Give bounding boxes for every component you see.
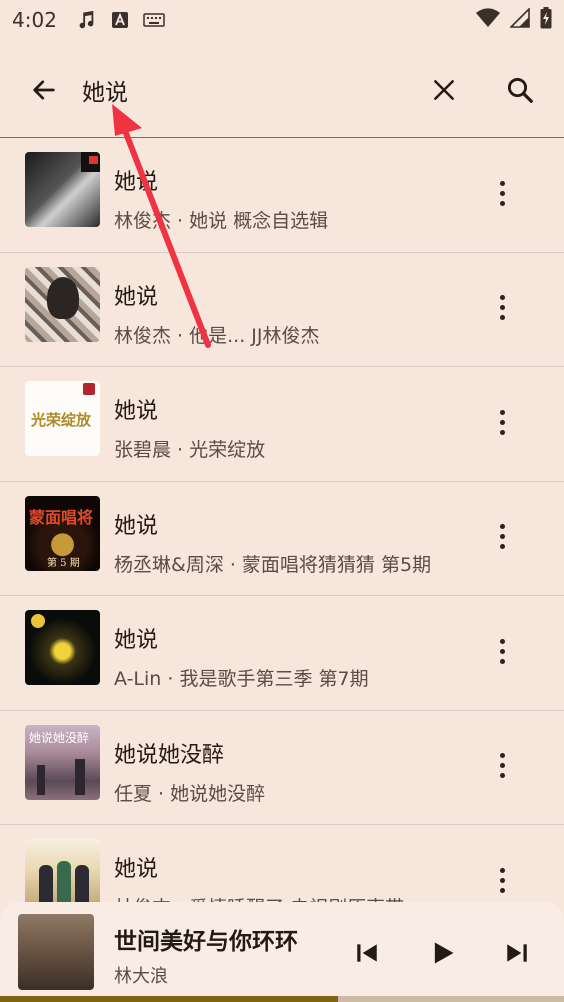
more-options-button[interactable] [488,746,516,786]
playback-progress-fill [0,996,339,1002]
more-options-button[interactable] [488,517,516,557]
album-art-thumbnail: 她说她没醉 [25,724,100,800]
playback-progress-bar[interactable] [0,996,564,1002]
album-art-episode-text: 第 5 期 [47,557,80,569]
more-options-button[interactable] [488,402,516,442]
album-art-thumbnail [25,610,100,685]
song-subtitle: 林俊杰 · 他是... JJ林俊杰 [114,324,320,347]
album-art-thumbnail: 光荣绽放 [25,381,100,456]
more-vert-icon [499,180,505,206]
music-note-icon [75,9,97,31]
more-vert-icon [499,524,505,549]
song-title: 她说 [114,857,159,882]
search-bar: 她说 [0,40,564,137]
results-list: 她说 林俊杰 · 她说 概念自选辑 她说 林俊杰 · 他是... JJ林俊杰 光… [0,138,564,940]
song-result-row[interactable]: 蒙面唱将 第 5 期 她说 杨丞琳&周深 · 蒙面唱将猜猜猜 第5期 [0,482,564,596]
album-art-text: 她说她没醉 [29,730,90,745]
song-subtitle: 杨丞琳&周深 · 蒙面唱将猜猜猜 第5期 [114,553,432,576]
more-options-button[interactable] [488,173,516,213]
song-result-row[interactable]: 她说 林俊杰 · 他是... JJ林俊杰 [0,253,564,367]
album-art-text: 蒙面唱将 [29,507,94,527]
close-icon [434,80,454,100]
clear-search-button[interactable] [424,70,464,110]
song-subtitle: 张碧晨 · 光荣绽放 [114,439,266,461]
album-art-text: 光荣绽放 [31,411,92,429]
back-button[interactable] [24,70,64,110]
wifi-icon [476,7,500,33]
song-result-row[interactable]: 光荣绽放 她说 张碧晨 · 光荣绽放 [0,367,564,482]
play-icon [434,942,454,964]
song-subtitle: 任夏 · 她说她没醉 [114,782,266,805]
song-title: 她说她没醉 [114,742,225,768]
skip-next-icon [507,944,527,962]
search-input[interactable]: 她说 [82,73,128,107]
a-badge-icon [111,11,129,29]
search-button[interactable] [498,70,542,110]
song-title: 她说 [114,628,159,653]
song-subtitle: 林俊杰 · 她说 概念自选辑 [114,210,329,232]
signal-icon [509,6,530,33]
next-button[interactable] [502,938,532,968]
song-title: 她说 [114,399,159,424]
song-result-row[interactable]: 她说 林俊杰 · 她说 概念自选辑 [0,138,564,253]
more-options-button[interactable] [488,288,516,328]
song-result-row[interactable]: 她说她没醉 她说她没醉 任夏 · 她说她没醉 [0,711,564,825]
skip-previous-icon [357,944,377,962]
more-options-button[interactable] [488,631,516,671]
more-vert-icon [499,295,505,320]
now-playing-bar[interactable]: 世间美好与你环环 林大浪 [0,902,564,1002]
previous-button[interactable] [352,938,382,968]
song-title: 她说 [114,284,159,310]
more-options-button[interactable] [488,860,516,900]
song-result-row[interactable]: 她说 A-Lin · 我是歌手第三季 第7期 [0,596,564,711]
album-art-thumbnail [25,152,100,227]
album-art-thumbnail: 蒙面唱将 第 5 期 [25,495,100,571]
battery-charging-icon [540,6,552,34]
more-vert-icon [499,638,505,664]
play-button[interactable] [428,938,458,968]
song-subtitle: A-Lin · 我是歌手第三季 第7期 [114,668,369,690]
now-playing-artist: 林大浪 [114,966,168,987]
status-bar: 4:02 [0,0,564,40]
keyboard-icon [143,12,165,28]
more-vert-icon [499,867,505,893]
song-title: 她说 [114,513,159,539]
status-time: 4:02 [12,8,57,32]
album-art-thumbnail [25,266,100,342]
more-vert-icon [499,753,505,778]
arrow-left-icon [33,80,55,100]
now-playing-album-art [18,914,94,990]
now-playing-title: 世间美好与你环环 [114,929,298,955]
more-vert-icon [499,409,505,435]
search-icon [507,77,533,103]
song-title: 她说 [114,170,159,195]
